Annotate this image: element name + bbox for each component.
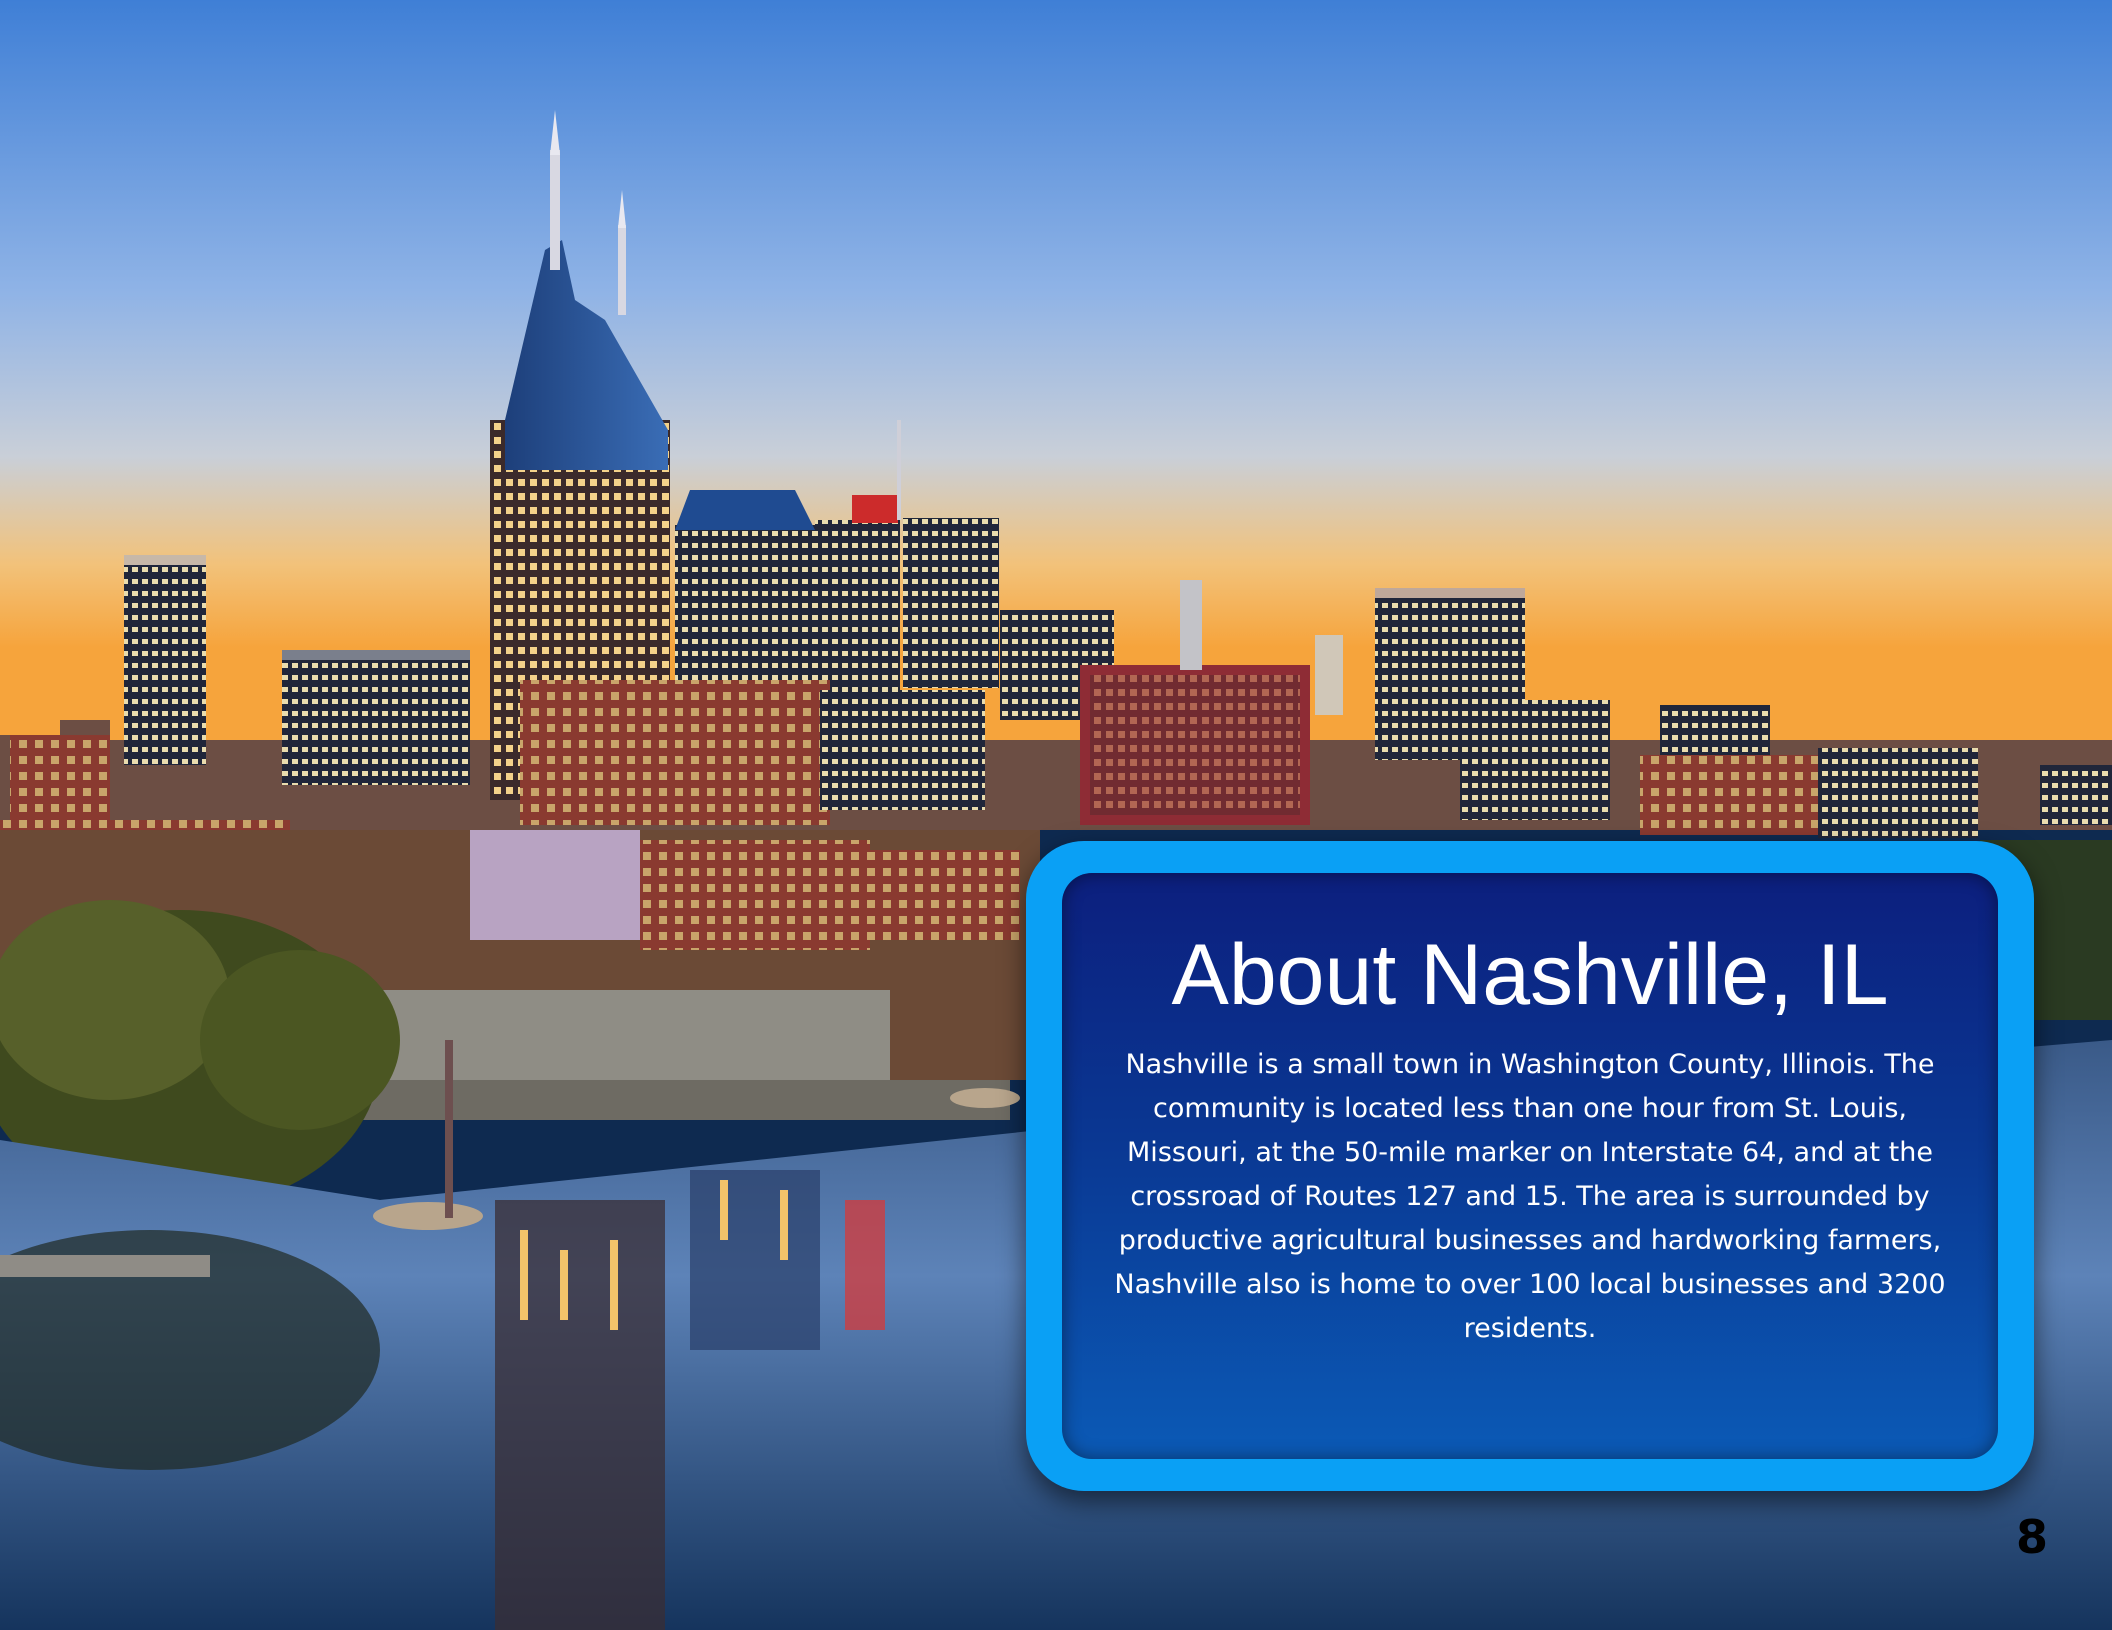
info-card-panel: About Nashville, IL Nashville is a small… (1062, 873, 1998, 1459)
page-number: 8 (2015, 1510, 2048, 1564)
card-title: About Nashville, IL (1171, 927, 1889, 1023)
info-card: About Nashville, IL Nashville is a small… (1026, 841, 2034, 1491)
card-body-text: Nashville is a small town in Washington … (1114, 1049, 1946, 1344)
